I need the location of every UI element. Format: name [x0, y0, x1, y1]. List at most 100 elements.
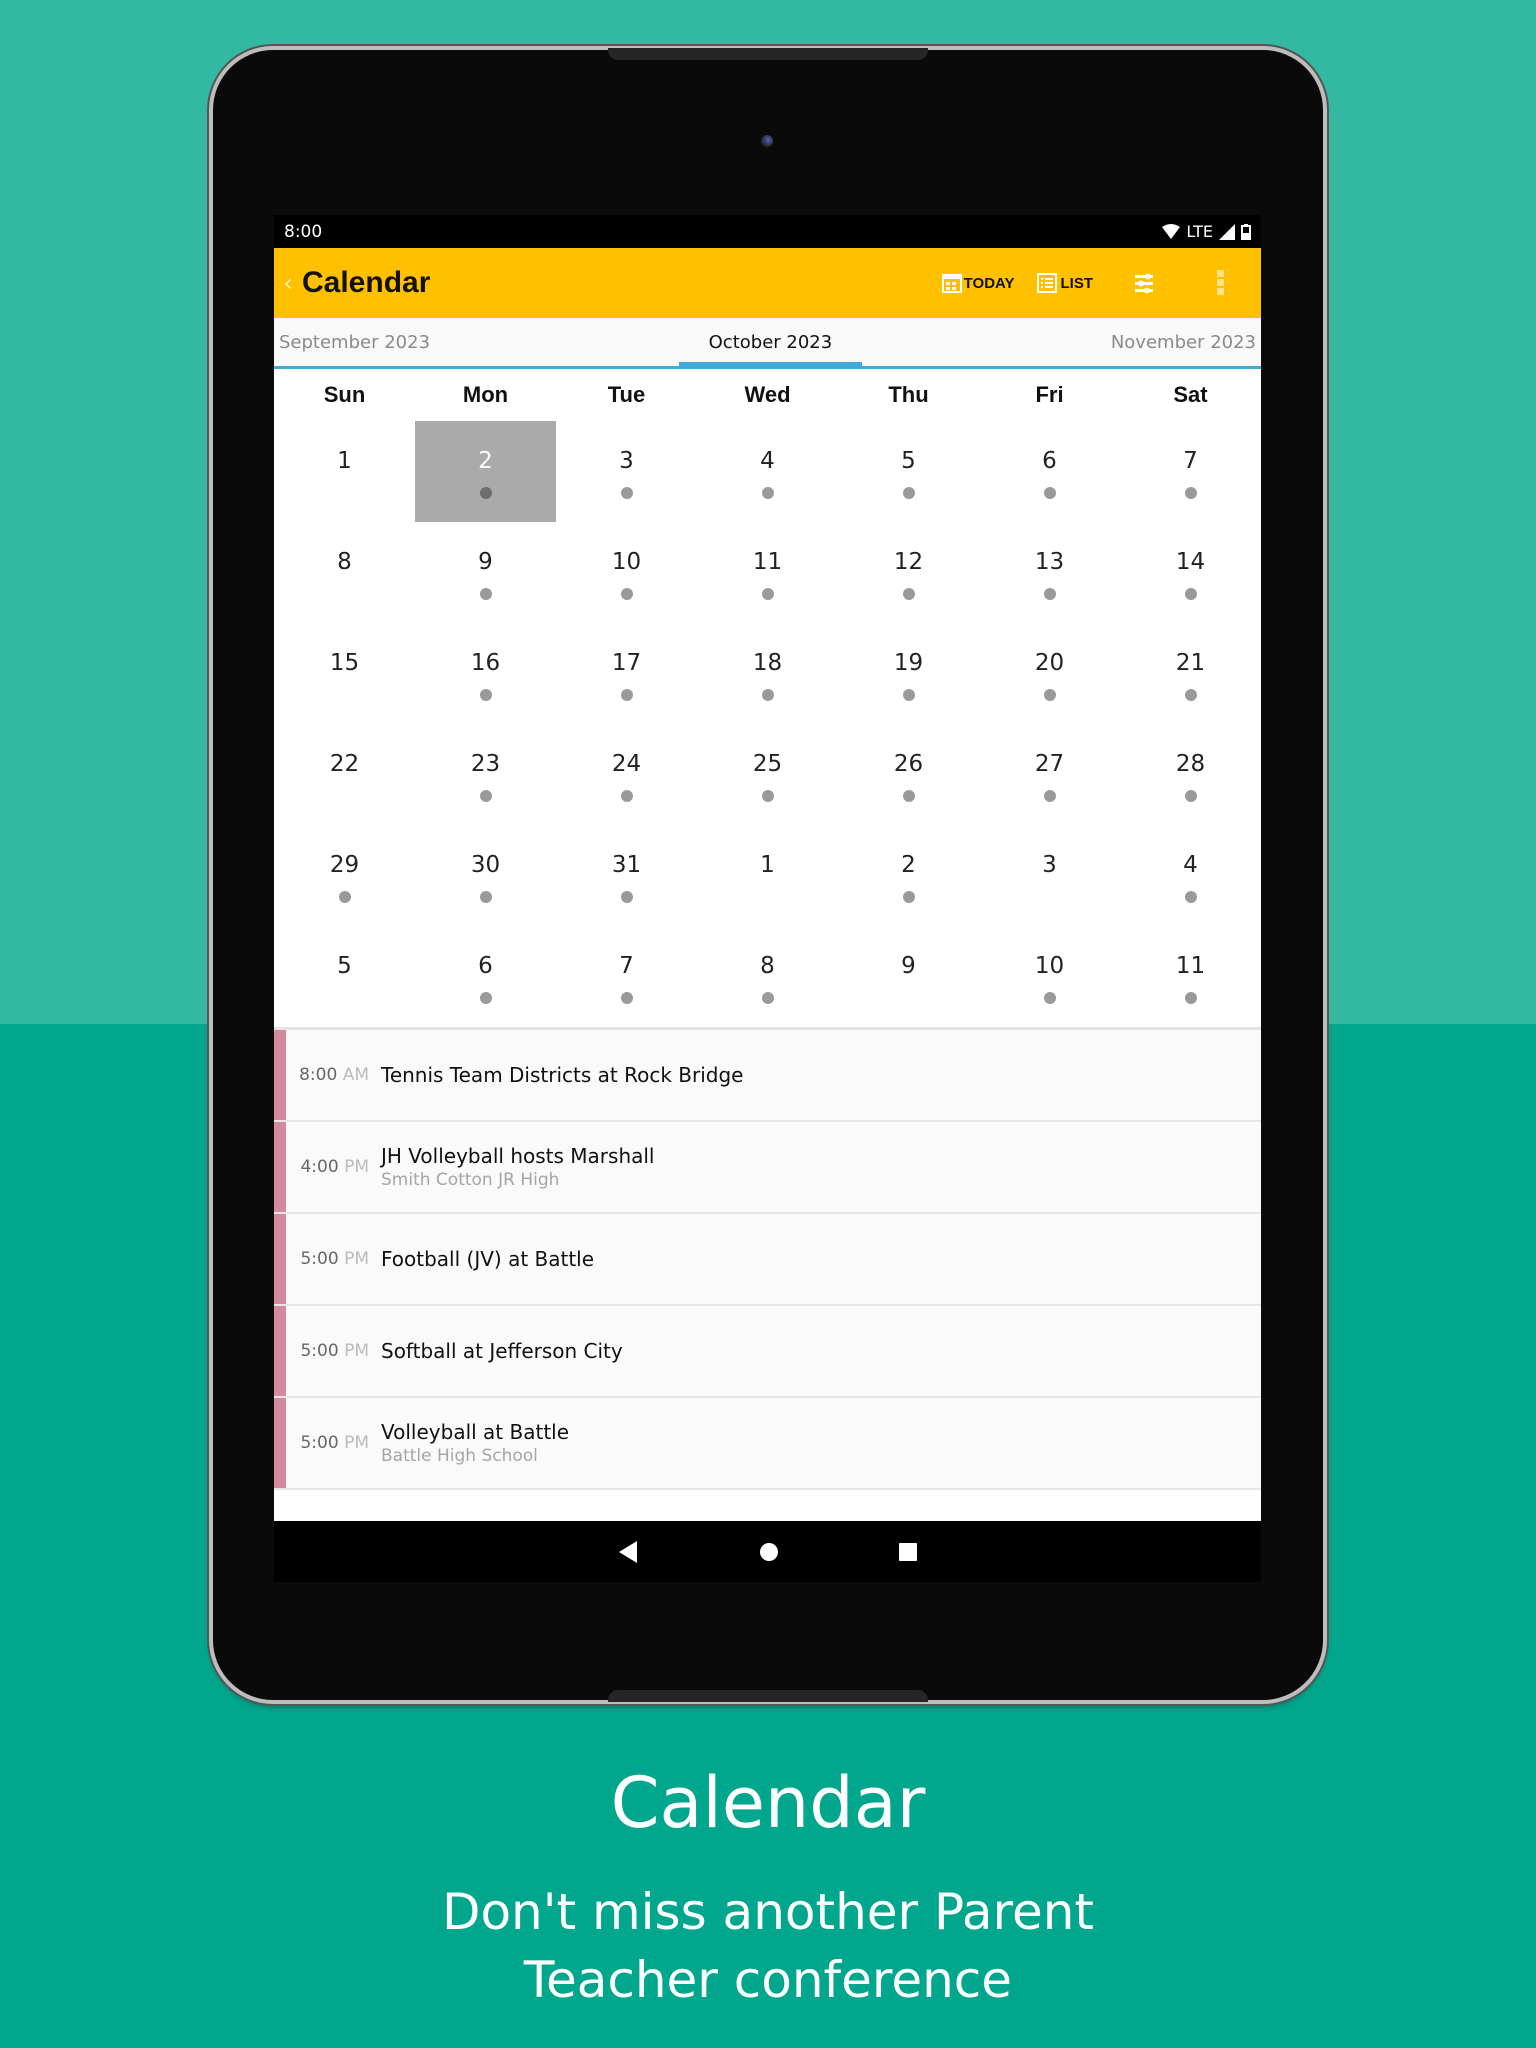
event-color-bar	[274, 1214, 286, 1304]
calendar-day[interactable]: 11	[697, 522, 838, 623]
promo-subtitle: Don't miss another Parent Teacher confer…	[0, 1878, 1536, 2014]
filter-button[interactable]	[1133, 272, 1157, 294]
calendar-day[interactable]: 10	[556, 522, 697, 623]
calendar-grid: 1 2 3 4 5 6 7 8 9 10 11 12 13 14 15 16 17 18 19 20 21 22 23 24 2…	[274, 421, 1261, 1030]
calendar-day[interactable]: 18	[697, 623, 838, 724]
calendar-day[interactable]: 2	[838, 825, 979, 926]
event-time: 5:00 PM	[274, 1341, 381, 1361]
calendar-day[interactable]: 22	[274, 724, 415, 825]
calendar-day[interactable]: 12	[838, 522, 979, 623]
calendar-day[interactable]: 6	[979, 421, 1120, 522]
event-list-item[interactable]: 4:00 PM JH Volleyball hosts Marshall Smi…	[274, 1122, 1261, 1214]
calendar-day[interactable]: 10	[979, 926, 1120, 1027]
nav-back-icon[interactable]	[618, 1540, 639, 1563]
day-number: 6	[1042, 447, 1057, 474]
calendar-day[interactable]: 8	[274, 522, 415, 623]
event-ampm: PM	[344, 1249, 369, 1269]
promo-subtitle-line2: Teacher conference	[523, 1951, 1013, 2009]
calendar-day[interactable]: 15	[274, 623, 415, 724]
calendar-day[interactable]: 9	[838, 926, 979, 1027]
calendar-today-icon	[941, 274, 962, 293]
calendar-day[interactable]: 21	[1120, 623, 1261, 724]
event-list-item[interactable]: 5:00 PM Softball at Jefferson City	[274, 1306, 1261, 1398]
promo-subtitle-line1: Don't miss another Parent	[441, 1883, 1095, 1941]
calendar-day[interactable]: 4	[1120, 825, 1261, 926]
calendar-day[interactable]: 28	[1120, 724, 1261, 825]
event-indicator-dot	[620, 991, 633, 1004]
calendar-day[interactable]: 26	[838, 724, 979, 825]
day-number: 11	[1175, 952, 1206, 979]
tab-current-month[interactable]: October 2023	[678, 332, 862, 367]
wifi-icon	[1162, 223, 1181, 239]
tab-next-month[interactable]: November 2023	[1106, 332, 1261, 353]
event-indicator-dot	[1043, 486, 1056, 499]
calendar-day[interactable]: 5	[274, 926, 415, 1027]
calendar-day[interactable]: 25	[697, 724, 838, 825]
calendar-day[interactable]: 17	[556, 623, 697, 724]
calendar-day[interactable]: 20	[979, 623, 1120, 724]
day-number: 16	[470, 649, 501, 676]
day-number: 6	[478, 952, 493, 979]
calendar-day[interactable]: 30	[415, 825, 556, 926]
event-time-value: 5:00	[300, 1341, 339, 1361]
tab-previous-month[interactable]: September 2023	[274, 332, 435, 353]
weekday-label: Mon	[462, 382, 509, 407]
calendar-day[interactable]: 3	[979, 825, 1120, 926]
event-indicator-dot	[1184, 587, 1197, 600]
network-type: LTE	[1186, 222, 1213, 241]
calendar-day[interactable]: 1	[274, 421, 415, 522]
calendar-day[interactable]: 1	[697, 825, 838, 926]
event-time-value: 5:00	[300, 1249, 339, 1269]
event-indicator-dot	[1043, 688, 1056, 701]
event-color-bar	[274, 1398, 286, 1488]
calendar-day[interactable]: 23	[415, 724, 556, 825]
calendar-day[interactable]: 19	[838, 623, 979, 724]
calendar-day[interactable]: 11	[1120, 926, 1261, 1027]
calendar-day-selected[interactable]: 2	[415, 421, 556, 522]
calendar-day[interactable]: 31	[556, 825, 697, 926]
event-indicator-dot	[1043, 789, 1056, 802]
calendar-day[interactable]: 24	[556, 724, 697, 825]
calendar-day[interactable]: 7	[1120, 421, 1261, 522]
day-number: 30	[470, 851, 501, 878]
event-title: Football (JV) at Battle	[381, 1247, 595, 1271]
calendar-day[interactable]: 8	[697, 926, 838, 1027]
list-button[interactable]: LIST	[1036, 273, 1093, 293]
back-button[interactable]: ‹	[274, 269, 302, 297]
event-list: 8:00 AM Tennis Team Districts at Rock Br…	[274, 1030, 1261, 1490]
weekday-label: Thu	[888, 382, 929, 407]
event-title: Softball at Jefferson City	[381, 1339, 623, 1363]
day-number: 21	[1175, 649, 1206, 676]
event-list-item[interactable]: 5:00 PM Volleyball at Battle Battle High…	[274, 1398, 1261, 1490]
event-indicator-dot	[479, 688, 492, 701]
calendar-day[interactable]: 14	[1120, 522, 1261, 623]
event-list-item[interactable]: 8:00 AM Tennis Team Districts at Rock Br…	[274, 1030, 1261, 1122]
day-number: 7	[1183, 447, 1198, 474]
calendar-day[interactable]: 27	[979, 724, 1120, 825]
calendar-day[interactable]: 29	[274, 825, 415, 926]
today-button[interactable]: TODAY	[941, 273, 1015, 293]
weekday-label: Fri	[1035, 382, 1064, 407]
more-options-button[interactable]	[1217, 270, 1227, 296]
event-indicator-dot	[479, 789, 492, 802]
day-number: 10	[1034, 952, 1065, 979]
nav-home-icon[interactable]	[759, 1542, 779, 1562]
calendar-day[interactable]: 13	[979, 522, 1120, 623]
event-list-item[interactable]: 5:00 PM Football (JV) at Battle	[274, 1214, 1261, 1306]
day-number: 2	[478, 447, 493, 474]
calendar-day[interactable]: 16	[415, 623, 556, 724]
nav-recents-icon[interactable]	[898, 1542, 917, 1561]
event-indicator-dot	[1184, 890, 1197, 903]
calendar-day[interactable]: 7	[556, 926, 697, 1027]
calendar-day[interactable]: 3	[556, 421, 697, 522]
event-indicator-dot	[620, 688, 633, 701]
event-ampm: PM	[344, 1341, 369, 1361]
camera-icon	[761, 135, 773, 147]
calendar-day[interactable]: 6	[415, 926, 556, 1027]
calendar-day[interactable]: 9	[415, 522, 556, 623]
calendar-day[interactable]: 5	[838, 421, 979, 522]
day-number: 3	[1042, 851, 1057, 878]
day-number: 25	[752, 750, 783, 777]
calendar-day[interactable]: 4	[697, 421, 838, 522]
event-color-bar	[274, 1306, 286, 1396]
